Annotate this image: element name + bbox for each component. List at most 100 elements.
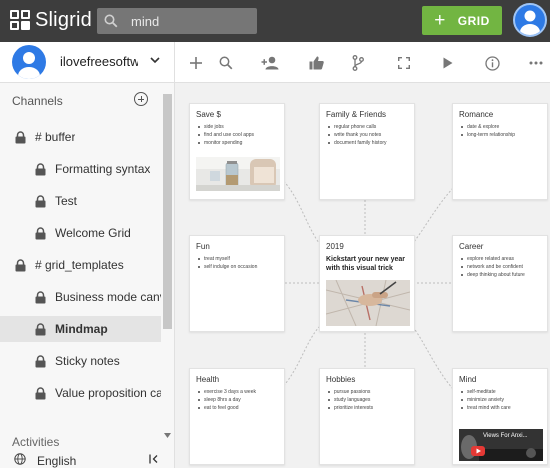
lock-icon — [15, 130, 26, 143]
card-title: Mind — [459, 375, 477, 384]
channel-label: Business mode canvas — [55, 290, 161, 304]
play-icon[interactable] — [438, 53, 458, 73]
card-item: eat to feel good — [196, 404, 278, 412]
mindmap-canvas[interactable]: Save $ side jobs find and use cool apps … — [175, 83, 550, 468]
card-item: regular phone calls — [326, 123, 408, 131]
lock-icon — [35, 162, 46, 175]
card-item: find and use cool apps — [196, 131, 278, 139]
channel-business-model[interactable]: Business mode canvas — [0, 284, 161, 310]
user-avatar[interactable] — [513, 3, 547, 37]
mindmap-card-health[interactable]: Health exercise 3 days a week sleep 8hrs… — [189, 368, 285, 465]
card-title: Fun — [196, 242, 210, 251]
channel-formatting-syntax[interactable]: Formatting syntax — [0, 156, 161, 182]
card-item: explore related areas — [459, 255, 541, 263]
new-grid-label: GRID — [457, 13, 490, 28]
center-subtitle: Kickstart your new year with this visual… — [326, 256, 405, 272]
language-selector[interactable]: English — [37, 454, 76, 468]
sidebar-scrollbar[interactable] — [161, 94, 174, 445]
sidebar-avatar — [12, 45, 46, 79]
card-title: Romance — [459, 110, 494, 119]
subway-map-image — [326, 280, 410, 326]
card-item: deep thinking about future — [459, 271, 541, 279]
card-title: Hobbies — [326, 375, 356, 384]
collapse-sidebar-icon[interactable] — [149, 454, 159, 464]
search-box[interactable] — [97, 8, 257, 34]
card-title: Family & Friends — [326, 110, 387, 119]
channel-label: Mindmap — [55, 322, 108, 336]
card-title: Health — [196, 375, 220, 384]
video-thumbnail[interactable]: Views For Anxi... — [459, 429, 543, 461]
search-input[interactable] — [131, 11, 251, 31]
lock-icon — [35, 290, 46, 303]
add-user-icon[interactable] — [260, 53, 280, 73]
channel-welcome-grid[interactable]: Welcome Grid — [0, 220, 161, 246]
channel-sticky-notes[interactable]: Sticky notes — [0, 348, 161, 374]
search-icon — [104, 14, 118, 28]
app-logo[interactable]: Sligrid — [10, 9, 92, 32]
card-item: long-term relationship — [459, 131, 541, 139]
sidebar-footer: English — [0, 450, 174, 468]
mindmap-card-fun[interactable]: Fun treat myself self indulge on occasio… — [189, 235, 285, 332]
add-icon[interactable] — [186, 53, 206, 73]
scrollbar-thumb[interactable] — [163, 94, 172, 329]
mindmap-card-family[interactable]: Family & Friends regular phone calls wri… — [319, 103, 415, 200]
card-item: prioritize interests — [326, 404, 408, 412]
channel-label: Formatting syntax — [55, 162, 151, 176]
channel-buffer[interactable]: # buffer — [0, 124, 161, 150]
channel-label: Welcome Grid — [55, 226, 131, 240]
channel-mindmap[interactable]: Mindmap — [0, 316, 161, 342]
card-item: self indulge on occasion — [196, 263, 278, 271]
plus-icon: + — [434, 10, 446, 31]
channel-value-proposition[interactable]: Value proposition canvas — [0, 380, 161, 406]
mindmap-card-hobbies[interactable]: Hobbies pursue passions study languages … — [319, 368, 415, 465]
toolbar — [175, 42, 550, 83]
mindmap-center-card[interactable]: 2019 Kickstart your new year with this v… — [319, 235, 415, 332]
channel-label: # grid_templates — [35, 258, 124, 272]
channel-label: Test — [55, 194, 78, 208]
lock-icon — [35, 194, 46, 207]
card-item: study languages — [326, 396, 408, 404]
center-title: 2019 — [326, 242, 344, 251]
channel-label: Value proposition canvas — [55, 386, 161, 400]
savings-jar-image — [196, 157, 280, 191]
mindmap-card-romance[interactable]: Romance date & explore long-term relatio… — [452, 103, 548, 200]
card-item: treat myself — [196, 255, 278, 263]
fullscreen-icon[interactable] — [394, 53, 414, 73]
mindmap-card-mind[interactable]: Mind self-meditate minimize anxiety trea… — [452, 368, 548, 465]
chevron-down-icon[interactable] — [150, 57, 160, 64]
card-item: pursue passions — [326, 388, 408, 396]
app-name: Sligrid — [35, 9, 92, 31]
mindmap-card-career[interactable]: Career explore related areas network and… — [452, 235, 548, 332]
new-grid-button[interactable]: + GRID — [422, 6, 502, 35]
card-item: date & explore — [459, 123, 541, 131]
more-icon[interactable] — [526, 53, 546, 73]
channel-label: # buffer — [35, 130, 76, 144]
lock-icon — [35, 322, 46, 335]
top-bar: Sligrid + GRID — [0, 0, 550, 42]
lock-icon — [15, 258, 26, 271]
user-menu[interactable]: ilovefreesoftwa — [0, 42, 174, 83]
card-item: write thank you notes — [326, 131, 408, 139]
card-item: treat mind with care — [459, 404, 541, 412]
lock-icon — [35, 226, 46, 239]
username: ilovefreesoftwa — [60, 54, 138, 69]
globe-icon — [14, 453, 26, 465]
channel-grid-templates[interactable]: # grid_templates — [0, 252, 161, 278]
channel-test[interactable]: Test — [0, 188, 161, 214]
activities-heading: Activities — [12, 435, 60, 449]
card-item: network and be confident — [459, 263, 541, 271]
card-item: exercise 3 days a week — [196, 388, 278, 396]
card-item: minimize anxiety — [459, 396, 541, 404]
video-title: Views For Anxi... — [483, 433, 528, 439]
search-icon[interactable] — [216, 53, 236, 73]
card-item: monitor spending — [196, 139, 278, 147]
video-play-icon[interactable] — [471, 446, 485, 456]
scroll-down-icon[interactable] — [164, 433, 171, 438]
mindmap-card-save[interactable]: Save $ side jobs find and use cool apps … — [189, 103, 285, 200]
like-icon[interactable] — [306, 53, 326, 73]
lock-icon — [35, 386, 46, 399]
logo-icon — [10, 10, 31, 31]
add-channel-icon[interactable] — [134, 92, 148, 106]
branch-icon[interactable] — [348, 53, 368, 73]
info-icon[interactable] — [482, 53, 502, 73]
